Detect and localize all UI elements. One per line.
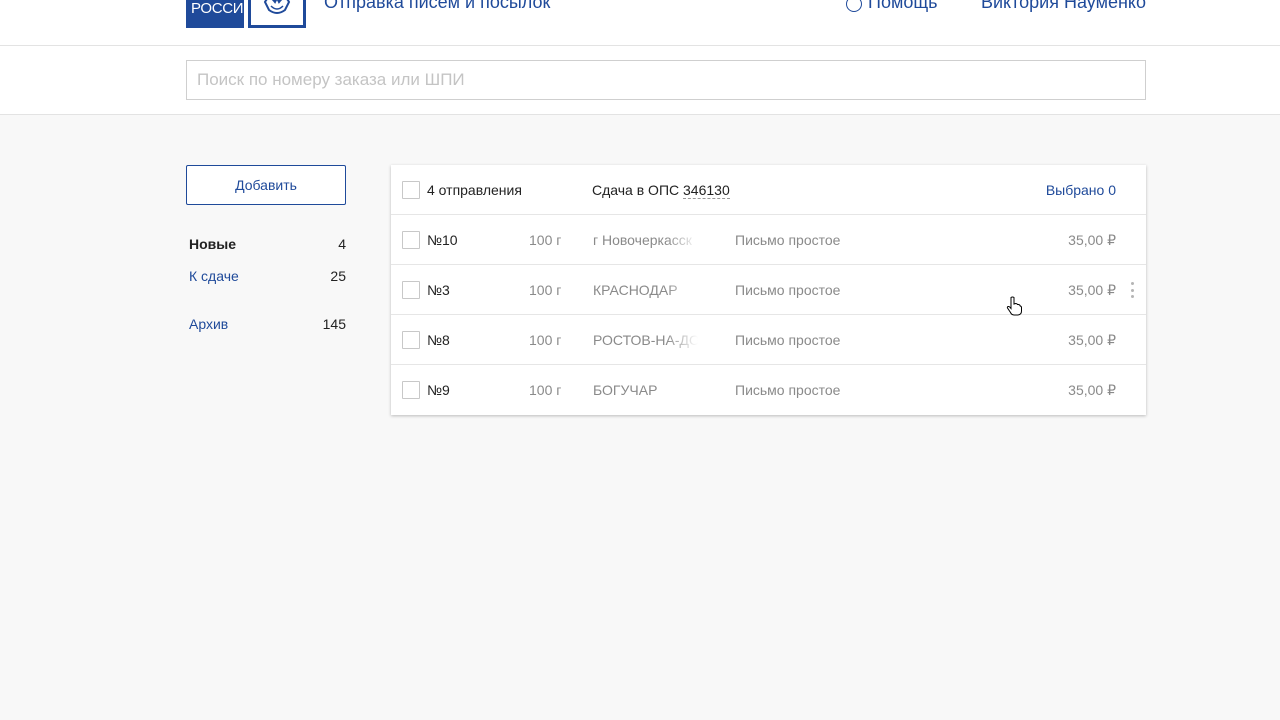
eagle-emblem-icon[interactable] bbox=[248, 0, 306, 28]
top-header: РОССИИ Отправка писем и посылок Помощь В… bbox=[0, 0, 1280, 46]
table-row[interactable]: №9 100 г БОГУЧАР Письмо простое 35,00 ₽ bbox=[391, 365, 1146, 415]
shipment-city: КРАСНОДАР bbox=[593, 282, 678, 298]
shipment-type: Письмо простое bbox=[735, 332, 841, 348]
sidebar-item-label: Новые bbox=[189, 236, 237, 252]
select-all-checkbox[interactable] bbox=[402, 181, 420, 199]
row-checkbox[interactable] bbox=[402, 231, 420, 249]
shipment-type: Письмо простое bbox=[735, 282, 841, 298]
shipment-number: №3 bbox=[427, 282, 450, 298]
row-checkbox[interactable] bbox=[402, 381, 420, 399]
sidebar-item-archive[interactable]: Архив 145 bbox=[189, 314, 346, 334]
help-link[interactable]: Помощь bbox=[846, 0, 938, 13]
selected-count[interactable]: Выбрано 0 bbox=[1046, 165, 1116, 215]
more-vertical-icon[interactable] bbox=[1126, 282, 1138, 298]
row-checkbox[interactable] bbox=[402, 281, 420, 299]
handover-label: Сдача в ОПС bbox=[592, 182, 680, 198]
handover-info: Сдача в ОПС 346130 bbox=[592, 165, 730, 215]
search-band bbox=[0, 46, 1280, 115]
russian-post-logo[interactable]: РОССИИ bbox=[186, 0, 254, 28]
sidebar-item-new[interactable]: Новые 4 bbox=[189, 234, 346, 254]
sidebar-item-label: Архив bbox=[189, 316, 229, 332]
table-row[interactable]: №10 100 г г Новочеркасск Письмо простое … bbox=[391, 215, 1146, 265]
shipments-panel: 4 отправления Сдача в ОПС 346130 Выбрано… bbox=[391, 165, 1146, 415]
shipment-weight: 100 г bbox=[529, 332, 562, 348]
sidebar-item-count: 145 bbox=[322, 316, 346, 332]
emblem-background bbox=[251, 0, 303, 25]
sidebar-item-count: 4 bbox=[338, 236, 346, 252]
search-input[interactable] bbox=[186, 60, 1146, 100]
app-title[interactable]: Отправка писем и посылок bbox=[324, 0, 550, 13]
table-row[interactable]: №8 100 г РОСТОВ-НА-ДОНУ Письмо простое 3… bbox=[391, 315, 1146, 365]
hand-pointer-icon bbox=[1006, 296, 1022, 316]
shipment-weight: 100 г bbox=[529, 232, 562, 248]
shipment-price: 35,00 ₽ bbox=[1068, 332, 1116, 348]
logo-text: РОССИИ bbox=[191, 0, 254, 17]
shipment-weight: 100 г bbox=[529, 382, 562, 398]
shipment-number: №9 bbox=[427, 382, 450, 398]
shipment-price: 35,00 ₽ bbox=[1068, 232, 1116, 248]
eagle-shape bbox=[263, 0, 291, 14]
help-label: Помощь bbox=[868, 0, 938, 12]
question-circle-icon bbox=[846, 0, 862, 12]
add-button[interactable]: Добавить bbox=[186, 165, 346, 205]
shipments-header-row: 4 отправления Сдача в ОПС 346130 Выбрано… bbox=[391, 165, 1146, 215]
shipments-count: 4 отправления bbox=[427, 182, 522, 198]
shipment-number: №8 bbox=[427, 332, 450, 348]
shipment-price: 35,00 ₽ bbox=[1068, 282, 1116, 298]
shipment-number: №10 bbox=[427, 232, 458, 248]
ops-number-link[interactable]: 346130 bbox=[683, 182, 730, 199]
shipment-type: Письмо простое bbox=[735, 382, 841, 398]
shipment-city: РОСТОВ-НА-ДОНУ bbox=[593, 332, 698, 348]
shipment-city: г Новочеркасск bbox=[593, 232, 692, 248]
shipment-weight: 100 г bbox=[529, 282, 562, 298]
shipment-price: 35,00 ₽ bbox=[1068, 382, 1116, 398]
shipment-city: БОГУЧАР bbox=[593, 382, 658, 398]
sidebar-item-label: К сдаче bbox=[189, 268, 239, 284]
sidebar-item-to-handover[interactable]: К сдаче 25 bbox=[189, 266, 346, 286]
shipment-type: Письмо простое bbox=[735, 232, 841, 248]
sidebar-item-count: 25 bbox=[330, 268, 346, 284]
table-row[interactable]: №3 100 г КРАСНОДАР Письмо простое 35,00 … bbox=[391, 265, 1146, 315]
user-name-link[interactable]: Виктория Науменко bbox=[976, 0, 1146, 13]
row-checkbox[interactable] bbox=[402, 331, 420, 349]
